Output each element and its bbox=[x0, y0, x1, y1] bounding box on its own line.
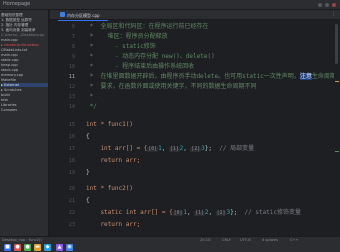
sidebar-item[interactable]: 3. 面向对象 封装继承 bbox=[1, 28, 48, 32]
sidebar-item[interactable]: main.cpp bbox=[1, 38, 48, 42]
sidebar-item[interactable]: 1. 数据类型 运算符 bbox=[1, 18, 48, 22]
scrollbar-thumb[interactable] bbox=[335, 24, 338, 64]
scroll-marker bbox=[335, 151, 339, 152]
line-number: 20 bbox=[68, 186, 75, 192]
code-line: * 堆区：程序员分配释放 bbox=[86, 33, 168, 40]
maximize-button[interactable] bbox=[325, 3, 329, 7]
line-number: 23 bbox=[68, 222, 75, 228]
sidebar-item[interactable]: static.cpp bbox=[1, 58, 48, 62]
code-line-return: return arr; bbox=[86, 157, 141, 164]
code-line-func1-signature: int * func1() bbox=[86, 121, 133, 128]
line-number: 16 bbox=[68, 134, 75, 140]
code-line: * - 动态内存分配 new()、delete() bbox=[86, 53, 215, 60]
code-line-current: * 在堆里面数据开辟后，由程序员手动delete。也可用static一次性声明，… bbox=[86, 73, 336, 80]
title-bar: Homepage bbox=[0, 0, 340, 10]
folder-icon[interactable]: ▬ bbox=[34, 244, 41, 251]
line-number: 12 bbox=[68, 84, 75, 90]
line-number: 6 bbox=[71, 24, 75, 30]
tab-label: 内存分区模型.cpp bbox=[67, 13, 100, 18]
more-tabs-icon[interactable]: ⋮ bbox=[331, 11, 336, 17]
sidebar-item[interactable]: CMakeLists.txt bbox=[1, 48, 48, 52]
line-number: 9 bbox=[71, 54, 75, 60]
code-line-return: return arr; bbox=[86, 221, 141, 228]
window-title: Homepage bbox=[3, 1, 31, 7]
sidebar-item[interactable]: 基础知识整理 bbox=[1, 13, 48, 17]
line-number: 22 bbox=[68, 210, 75, 216]
sidebar-item[interactable]: test bbox=[1, 98, 48, 102]
sidebar-item[interactable]: Consoles bbox=[1, 108, 48, 112]
sidebar-item[interactable]: build bbox=[1, 93, 48, 97]
code-line: { bbox=[86, 197, 90, 204]
sidebar-item[interactable]: Makefile bbox=[1, 78, 48, 82]
editor-scrollbar[interactable] bbox=[334, 21, 340, 236]
line-number: 13 bbox=[68, 94, 75, 100]
code-line: * - static修饰 bbox=[86, 43, 156, 50]
line-number: 10 bbox=[68, 64, 75, 70]
line-number: 18 bbox=[68, 158, 75, 164]
line-number: 11 bbox=[68, 74, 75, 80]
code-line: * - 程序结束后由操作系统回收 bbox=[86, 63, 195, 70]
sidebar-item[interactable]: ▸ Scratches bbox=[1, 88, 48, 92]
line-number: 14 bbox=[68, 104, 75, 110]
code-line: * bbox=[86, 93, 94, 100]
line-number: 8 bbox=[71, 44, 75, 50]
windows-start-icon[interactable]: ■ bbox=[4, 244, 11, 251]
sidebar-item[interactable]: stack.cpp bbox=[1, 68, 48, 72]
cpp-file-icon bbox=[60, 12, 65, 17]
sidebar-item[interactable]: ▸ External bbox=[1, 83, 48, 87]
sidebar-item[interactable]: Libraries bbox=[1, 103, 48, 107]
sidebar-item[interactable]: 2. 指针 内存管理 bbox=[1, 23, 48, 27]
code-line: * 全局区和代码区：在程序运行前已经存在 bbox=[86, 23, 209, 30]
file-encoding[interactable]: UTF-8 bbox=[240, 238, 250, 242]
code-editor[interactable]: * 全局区和代码区：在程序运行前已经存在 * 堆区：程序员分配释放 * - st… bbox=[80, 21, 340, 236]
editor-tab-bar: 内存分区模型.cpp ⋮ bbox=[50, 10, 340, 22]
line-number-gutter: 6 7 8 9 10 11 12 13 14 15 16 17 18 19 20 21 22 23 bbox=[50, 21, 80, 236]
ide-icon[interactable]: ▲ bbox=[56, 244, 63, 251]
breadcrumb[interactable]: Desktop_cpp › func2() bbox=[2, 238, 42, 242]
code-line: { bbox=[86, 133, 90, 140]
code-line: } bbox=[86, 169, 90, 176]
code-line-func1-array: int arr[] = {[0]1, [1]2, [2]3}; // 局部变量 bbox=[86, 145, 255, 152]
sidebar-item[interactable]: memory.cpp bbox=[1, 73, 48, 77]
language-mode[interactable]: C++ bbox=[290, 238, 299, 242]
status-bar: Desktop_cpp › func2() 25:10 CRLF UTF-8 4… bbox=[0, 236, 340, 252]
line-number: 19 bbox=[68, 170, 75, 176]
scroll-marker bbox=[335, 81, 339, 82]
app-icon[interactable]: ◉ bbox=[66, 244, 73, 251]
code-line: */ bbox=[86, 103, 97, 110]
line-number: 17 bbox=[68, 146, 75, 152]
app-icon[interactable]: ◆ bbox=[44, 244, 51, 251]
indent-setting[interactable]: 4 spaces bbox=[262, 238, 278, 242]
sidebar-item[interactable]: C:\Users\...\Desktop\cpp bbox=[1, 33, 48, 37]
line-number: 7 bbox=[71, 34, 75, 40]
cursor-position[interactable]: 25:10 bbox=[200, 238, 210, 242]
code-line-func2-array: static int arr[] = {[0]1, [1]2, [2]3}; /… bbox=[86, 209, 302, 216]
line-ending[interactable]: CRLF bbox=[222, 238, 231, 242]
app-icon[interactable]: ● bbox=[24, 244, 31, 251]
line-number: 21 bbox=[68, 198, 75, 204]
code-line: * 要求，在函数外面或使用关键字，不同的数据生命周期不同 bbox=[86, 83, 257, 90]
sidebar-item[interactable]: main.cpp bbox=[1, 53, 48, 57]
project-sidebar: 基础知识整理 1. 数据类型 运算符 2. 指针 内存管理 3. 面向对象 封装继承 C… bbox=[0, 10, 49, 236]
app-icon[interactable]: ● bbox=[14, 244, 21, 251]
minimize-button[interactable] bbox=[318, 3, 322, 7]
selected-text: 注意 bbox=[299, 73, 312, 80]
code-line-func2-signature: int * func2() bbox=[86, 185, 133, 192]
close-button[interactable] bbox=[332, 3, 336, 7]
line-number: 15 bbox=[68, 122, 75, 128]
sidebar-item[interactable]: heap.cpp bbox=[1, 63, 48, 67]
sidebar-item[interactable]: ▸ cmake-build-debug bbox=[1, 43, 48, 47]
